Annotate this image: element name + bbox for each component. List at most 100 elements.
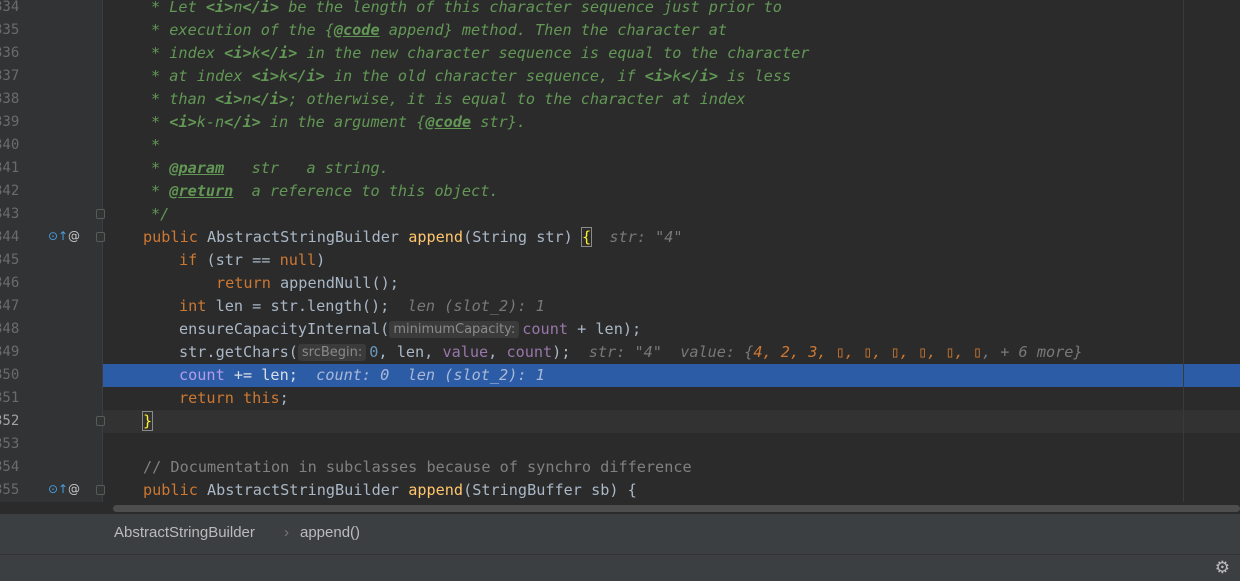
line-number[interactable]: 355 [0,479,19,502]
doc-text: * execution of the { [151,21,334,39]
line-number[interactable]: 345 [0,249,19,272]
current-execution-line[interactable]: count += len; count: 0 len (slot_2): 1 [103,364,1240,387]
code-line-351[interactable]: return this; [103,387,1240,410]
line-number[interactable]: 342 [0,180,19,203]
line-number[interactable]: 344 [0,226,19,249]
line-number[interactable]: 341 [0,157,19,180]
html-tag: <i> [251,67,280,85]
doc-text: be the length of this character sequence… [279,0,782,16]
line-number[interactable]: 352 [0,410,19,433]
doc-text: is less [717,67,792,85]
fold-marker-icon[interactable] [96,485,105,495]
line-number[interactable]: 336 [0,42,19,65]
doc-text: str}. [471,113,526,131]
debug-inline-label: value: { [680,343,754,361]
scrollbar-thumb[interactable] [113,505,1240,512]
line-number[interactable]: 343 [0,203,19,226]
line-number[interactable]: 350 [0,364,19,387]
code-line-354[interactable]: // Documentation in subclasses because o… [103,456,1240,479]
javadoc-tag: @code [425,113,472,131]
right-margin-guide [1183,0,1184,502]
javadoc-tag: @code [333,21,380,39]
line-number[interactable]: 338 [0,88,19,111]
keyword: return [179,389,234,407]
code-line-347[interactable]: int len = str.length(); len (slot_2): 1 [103,295,1240,318]
code-line-349[interactable]: str.getChars(srcBegin: 0, len, value, cou… [103,341,1240,364]
breadcrumb-class[interactable]: AbstractStringBuilder [114,524,255,541]
horizontal-scrollbar[interactable] [103,502,1240,514]
line-number[interactable]: 335 [0,19,19,42]
type-name: AbstractStringBuilder [197,481,409,499]
keyword: public [143,228,198,246]
code-text: str.getChars( [179,343,298,361]
code-text: ensureCapacityInternal( [179,320,390,338]
code-line-343[interactable]: */ [103,203,1240,226]
method-name: append [408,228,464,246]
breadcrumb-separator: › [284,524,289,541]
doc-text: */ [151,205,170,223]
breadcrumb-method[interactable]: append() [300,524,360,541]
code-line-340[interactable]: * [103,134,1240,157]
doc-text: a reference to this object. [233,182,499,200]
line-number[interactable]: 340 [0,134,19,157]
code-line-341[interactable]: * @param str a string. [103,157,1240,180]
keyword: null [279,251,317,269]
field-name: count [506,343,553,361]
method-name: append [408,481,464,499]
code-text: (str == [197,251,280,269]
html-tag: </i> [288,67,325,85]
code-line-335[interactable]: * execution of the {@code append} method… [103,19,1240,42]
code-line-338[interactable]: * than <i>n</i>; otherwise, it is equal … [103,88,1240,111]
annotation-at-icon[interactable]: @ [68,482,80,496]
line-number[interactable]: 339 [0,111,19,134]
fold-marker-icon[interactable] [96,209,105,219]
line-number[interactable]: 334 [0,0,19,19]
code-line-337[interactable]: * at index <i>k</i> in the old character… [103,65,1240,88]
code-text: , [488,343,507,361]
line-number[interactable]: 346 [0,272,19,295]
code-line-355[interactable]: public AbstractStringBuilder append(Stri… [103,479,1240,502]
code-line-345[interactable]: if (str == null) [103,249,1240,272]
line-number[interactable]: 347 [0,295,19,318]
code-line-342[interactable]: * @return a reference to this object. [103,180,1240,203]
override-method-icon[interactable]: ⊙↑ [48,482,68,496]
line-number[interactable]: 354 [0,456,19,479]
code-line-348[interactable]: ensureCapacityInternal(minimumCapacity: c… [103,318,1240,341]
fold-marker-icon[interactable] [96,416,105,426]
line-number[interactable]: 353 [0,433,19,456]
code-line-336[interactable]: * index <i>k</i> in the new character se… [103,42,1240,65]
keyword: if [179,251,198,269]
doc-text: * [151,113,170,131]
debug-inline-more: , + 6 more} [981,343,1083,361]
javadoc-tag: @return [169,182,234,200]
code-line-346[interactable]: return appendNull(); [103,272,1240,295]
line-number[interactable]: 349 [0,341,19,364]
html-tag: </i> [242,0,280,16]
doc-text: str a string. [224,159,389,177]
code-editor[interactable]: * Let <i>n</i> be the length of this cha… [0,0,1240,502]
code-line-353[interactable] [103,433,1240,456]
override-method-icon[interactable]: ⊙↑ [48,229,68,243]
doc-text: * [151,182,170,200]
code-text: ) [316,251,326,269]
code-line-344[interactable]: public AbstractStringBuilder append(Stri… [103,226,1240,249]
parameter-hint: minimumCapacity: [389,321,520,338]
annotation-at-icon[interactable]: @ [68,229,80,243]
debug-inline-value: str: "4" [588,343,662,361]
code-text: ; [279,389,289,407]
keyword: return [216,274,271,292]
html-tag: <i> [224,44,252,62]
doc-text: k [251,44,261,62]
html-tag: </i> [681,67,718,85]
status-bar: ⚙ [0,554,1240,581]
caret-line[interactable]: } [103,410,1240,433]
gear-icon[interactable]: ⚙ [1215,558,1230,578]
code-line-339[interactable]: * <i>k-n</i> in the argument {@code str}… [103,111,1240,134]
fold-marker-icon[interactable] [96,232,105,242]
code-line-334[interactable]: * Let <i>n</i> be the length of this cha… [103,0,1240,19]
matched-brace: { [580,227,593,247]
line-number[interactable]: 351 [0,387,19,410]
line-number[interactable]: 337 [0,65,19,88]
line-number[interactable]: 348 [0,318,19,341]
